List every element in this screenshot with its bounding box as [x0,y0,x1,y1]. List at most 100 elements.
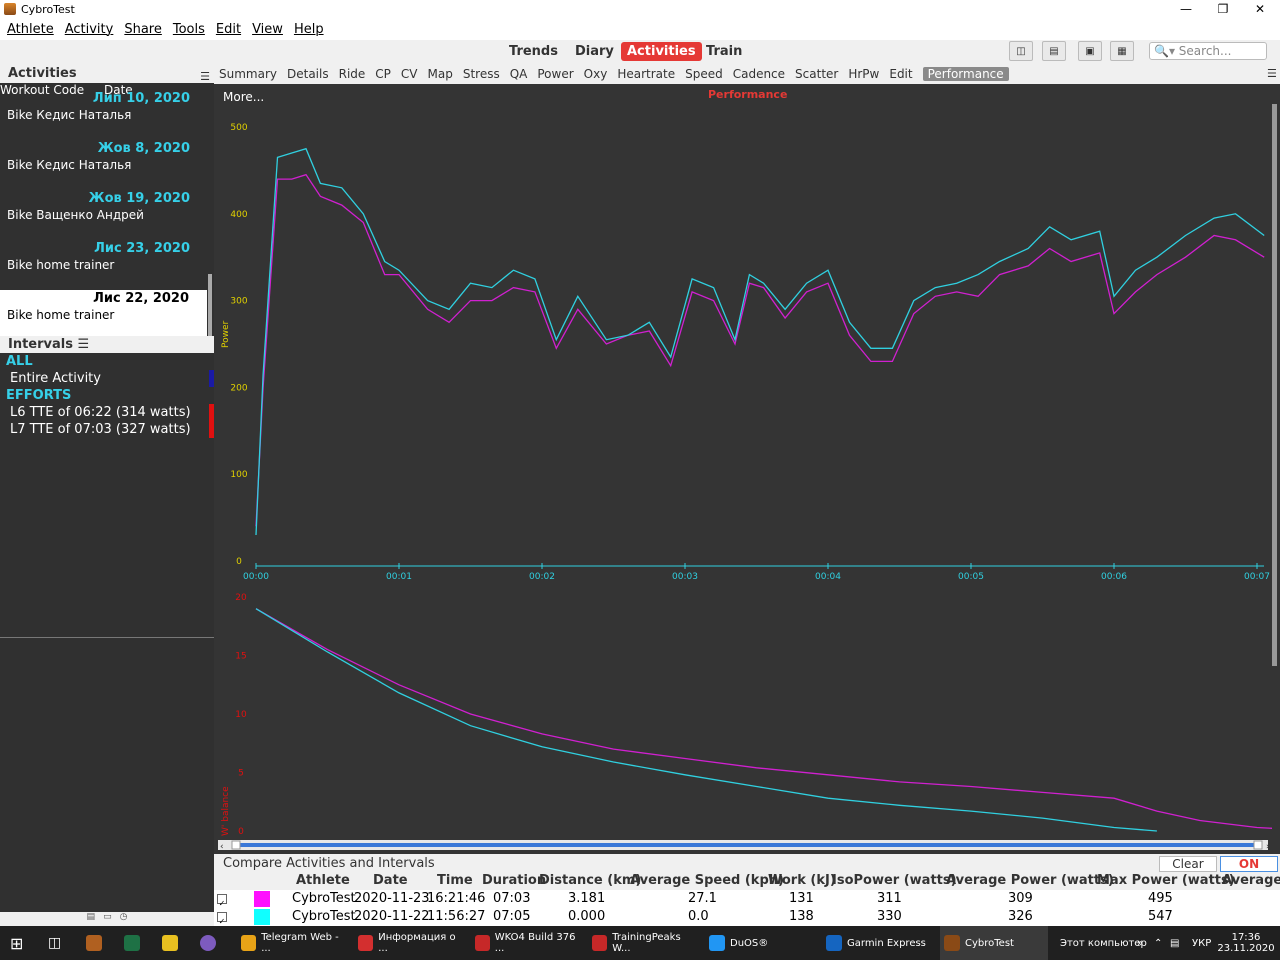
network-icon[interactable]: ▤ [1170,926,1179,960]
view-trends[interactable]: Trends [503,42,564,61]
row-color-swatch[interactable] [254,891,270,907]
search-input[interactable]: 🔍▾ Search... [1149,42,1267,60]
interval-group-all[interactable]: ALL [0,353,214,370]
minimize-button[interactable]: — [1168,0,1204,18]
power-tick-label: 0 [236,557,242,567]
row-checkbox[interactable]: ✓ [217,912,227,926]
viber-icon[interactable] [200,926,221,960]
taskbar-app[interactable]: Telegram Web - ... [237,926,347,960]
col-avg-power[interactable]: Average Power (watts) [946,872,1114,890]
activity-item[interactable]: Лис 23, 2020 Bike home trainer [0,240,214,290]
pinned-app-icon[interactable] [162,926,183,960]
view-train[interactable]: Train [700,42,748,61]
calendar-icon[interactable]: ▤ [87,912,96,926]
compare-row[interactable]: ✓ CybroTest 2020-11-22 11:56:27 07:05 0.… [214,908,1280,926]
tab-stress[interactable]: Stress [463,67,500,81]
col-athlete[interactable]: Athlete [296,872,350,890]
col-duration[interactable]: Duration [482,872,546,890]
col-date[interactable]: Date [373,872,408,890]
interval-item[interactable]: Entire Activity [0,370,214,387]
col-distance[interactable]: Distance (km) [539,872,641,890]
tray-label[interactable]: Этот компьютер [1060,926,1147,960]
tab-speed[interactable]: Speed [685,67,723,81]
tile-view-button[interactable]: ▦ [1110,41,1134,61]
tab-summary[interactable]: Summary [219,67,277,81]
col-work[interactable]: Work (kJ) [768,872,836,890]
tab-performance[interactable]: Performance [922,67,1009,81]
hamburger-icon[interactable]: ☰ [78,337,90,352]
activity-item-selected[interactable]: Лис 22, 2020 Bike home trainer [0,290,207,340]
menu-help[interactable]: Help [294,22,324,37]
taskbar-app[interactable]: TrainingPeaks W... [588,926,698,960]
clear-button[interactable]: Clear [1159,856,1217,872]
col-isopower[interactable]: IsoPower (watts) [832,872,957,890]
activity-item[interactable]: Жов 8, 2020 Bike Кедис Наталья [0,140,214,190]
power-axis-label: Power [221,320,231,348]
power-tick-label: 500 [230,123,247,133]
tab-hrpw[interactable]: HrPw [848,67,879,81]
restore-button[interactable]: ❐ [1205,0,1241,18]
tab-details[interactable]: Details [287,67,329,81]
hamburger-icon[interactable]: ☰ [200,67,210,87]
interval-item[interactable]: L6 TTE of 06:22 (314 watts) [0,404,214,421]
tab-cv[interactable]: CV [401,67,418,81]
taskbar-app[interactable]: WKO4 Build 376 ... [471,926,581,960]
menu-view[interactable]: View [252,22,283,37]
tab-scatter[interactable]: Scatter [795,67,838,81]
tab-qa[interactable]: QA [510,67,528,81]
taskbar-app[interactable]: CybroTest [940,926,1048,960]
col-max-power[interactable]: Max Power (watts) [1097,872,1235,890]
scroll-left-icon: ‹ [220,842,224,852]
interval-group-efforts[interactable]: EFFORTS [0,387,214,404]
toggle-sidebar-button[interactable]: ◫ [1009,41,1033,61]
activity-item[interactable]: Лип 10, 2020 Bike Кедис Наталья [0,90,214,140]
interval-item[interactable]: L7 TTE of 07:03 (327 watts) [0,421,214,438]
pinned-app-icon[interactable] [86,926,107,960]
view-diary[interactable]: Diary [569,42,620,61]
clock-icon[interactable]: ◷ [120,912,128,926]
menu-tools[interactable]: Tools [173,22,205,37]
toggle-bottom-button[interactable]: ▤ [1042,41,1066,61]
folder-icon[interactable]: ▭ [103,912,112,926]
activity-item[interactable]: Жов 19, 2020 Bike Ващенко Андрей [0,190,214,240]
performance-chart-area: More... Performance 0 100 200 300 400 500 00:0… [214,84,1280,854]
taskbar-app[interactable]: DuOS® [705,926,815,960]
language-indicator[interactable]: УКР [1192,926,1211,960]
wbal-series-line [255,608,1157,832]
row-color-swatch[interactable] [254,909,270,925]
excel-icon[interactable] [124,926,145,960]
chevron-up-icon[interactable]: ⌃ [1154,926,1162,960]
menu-edit[interactable]: Edit [216,22,241,37]
clock[interactable]: 17:36 23.11.2020 [1217,926,1274,960]
tab-ride[interactable]: Ride [339,67,366,81]
tab-heartrate[interactable]: Heartrate [617,67,675,81]
tab-cadence[interactable]: Cadence [733,67,785,81]
close-button[interactable]: ✕ [1242,0,1278,18]
activity-date: Жов 19, 2020 [88,191,190,206]
tab-power[interactable]: Power [537,67,573,81]
tab-map[interactable]: Map [428,67,453,81]
menu-share[interactable]: Share [124,22,162,37]
tab-oxy[interactable]: Oxy [584,67,608,81]
compare-on-toggle[interactable]: ON [1220,856,1278,872]
tab-edit[interactable]: Edit [889,67,912,81]
taskbar-app[interactable]: Информация о ... [354,926,464,960]
activities-scrollbar[interactable] [208,274,212,344]
chart-vertical-scrollbar[interactable] [1272,104,1277,666]
windows-start-icon[interactable]: ⊞ [10,926,30,960]
menu-athlete[interactable]: Athlete [7,22,54,37]
task-view-icon[interactable]: ◫ [48,926,68,960]
compare-row[interactable]: ✓ CybroTest 2020-11-23 16:21:46 07:03 3.… [214,890,1280,908]
tab-view-button[interactable]: ▣ [1078,41,1102,61]
tab-cp[interactable]: CP [375,67,391,81]
col-average[interactable]: Average [1222,872,1280,890]
row-checkbox[interactable]: ✓ [217,894,227,908]
view-activities[interactable]: Activities [621,42,702,61]
compare-panel: Compare Activities and Intervals Clear O… [214,854,1280,926]
expand-tray-icon[interactable]: » [1137,926,1143,960]
taskbar-app[interactable]: Garmin Express [822,926,932,960]
hamburger-icon[interactable]: ☰ [1267,67,1277,80]
col-time[interactable]: Time [437,872,473,890]
menu-activity[interactable]: Activity [65,22,114,37]
col-avg-speed[interactable]: Average Speed (kph) [630,872,784,890]
